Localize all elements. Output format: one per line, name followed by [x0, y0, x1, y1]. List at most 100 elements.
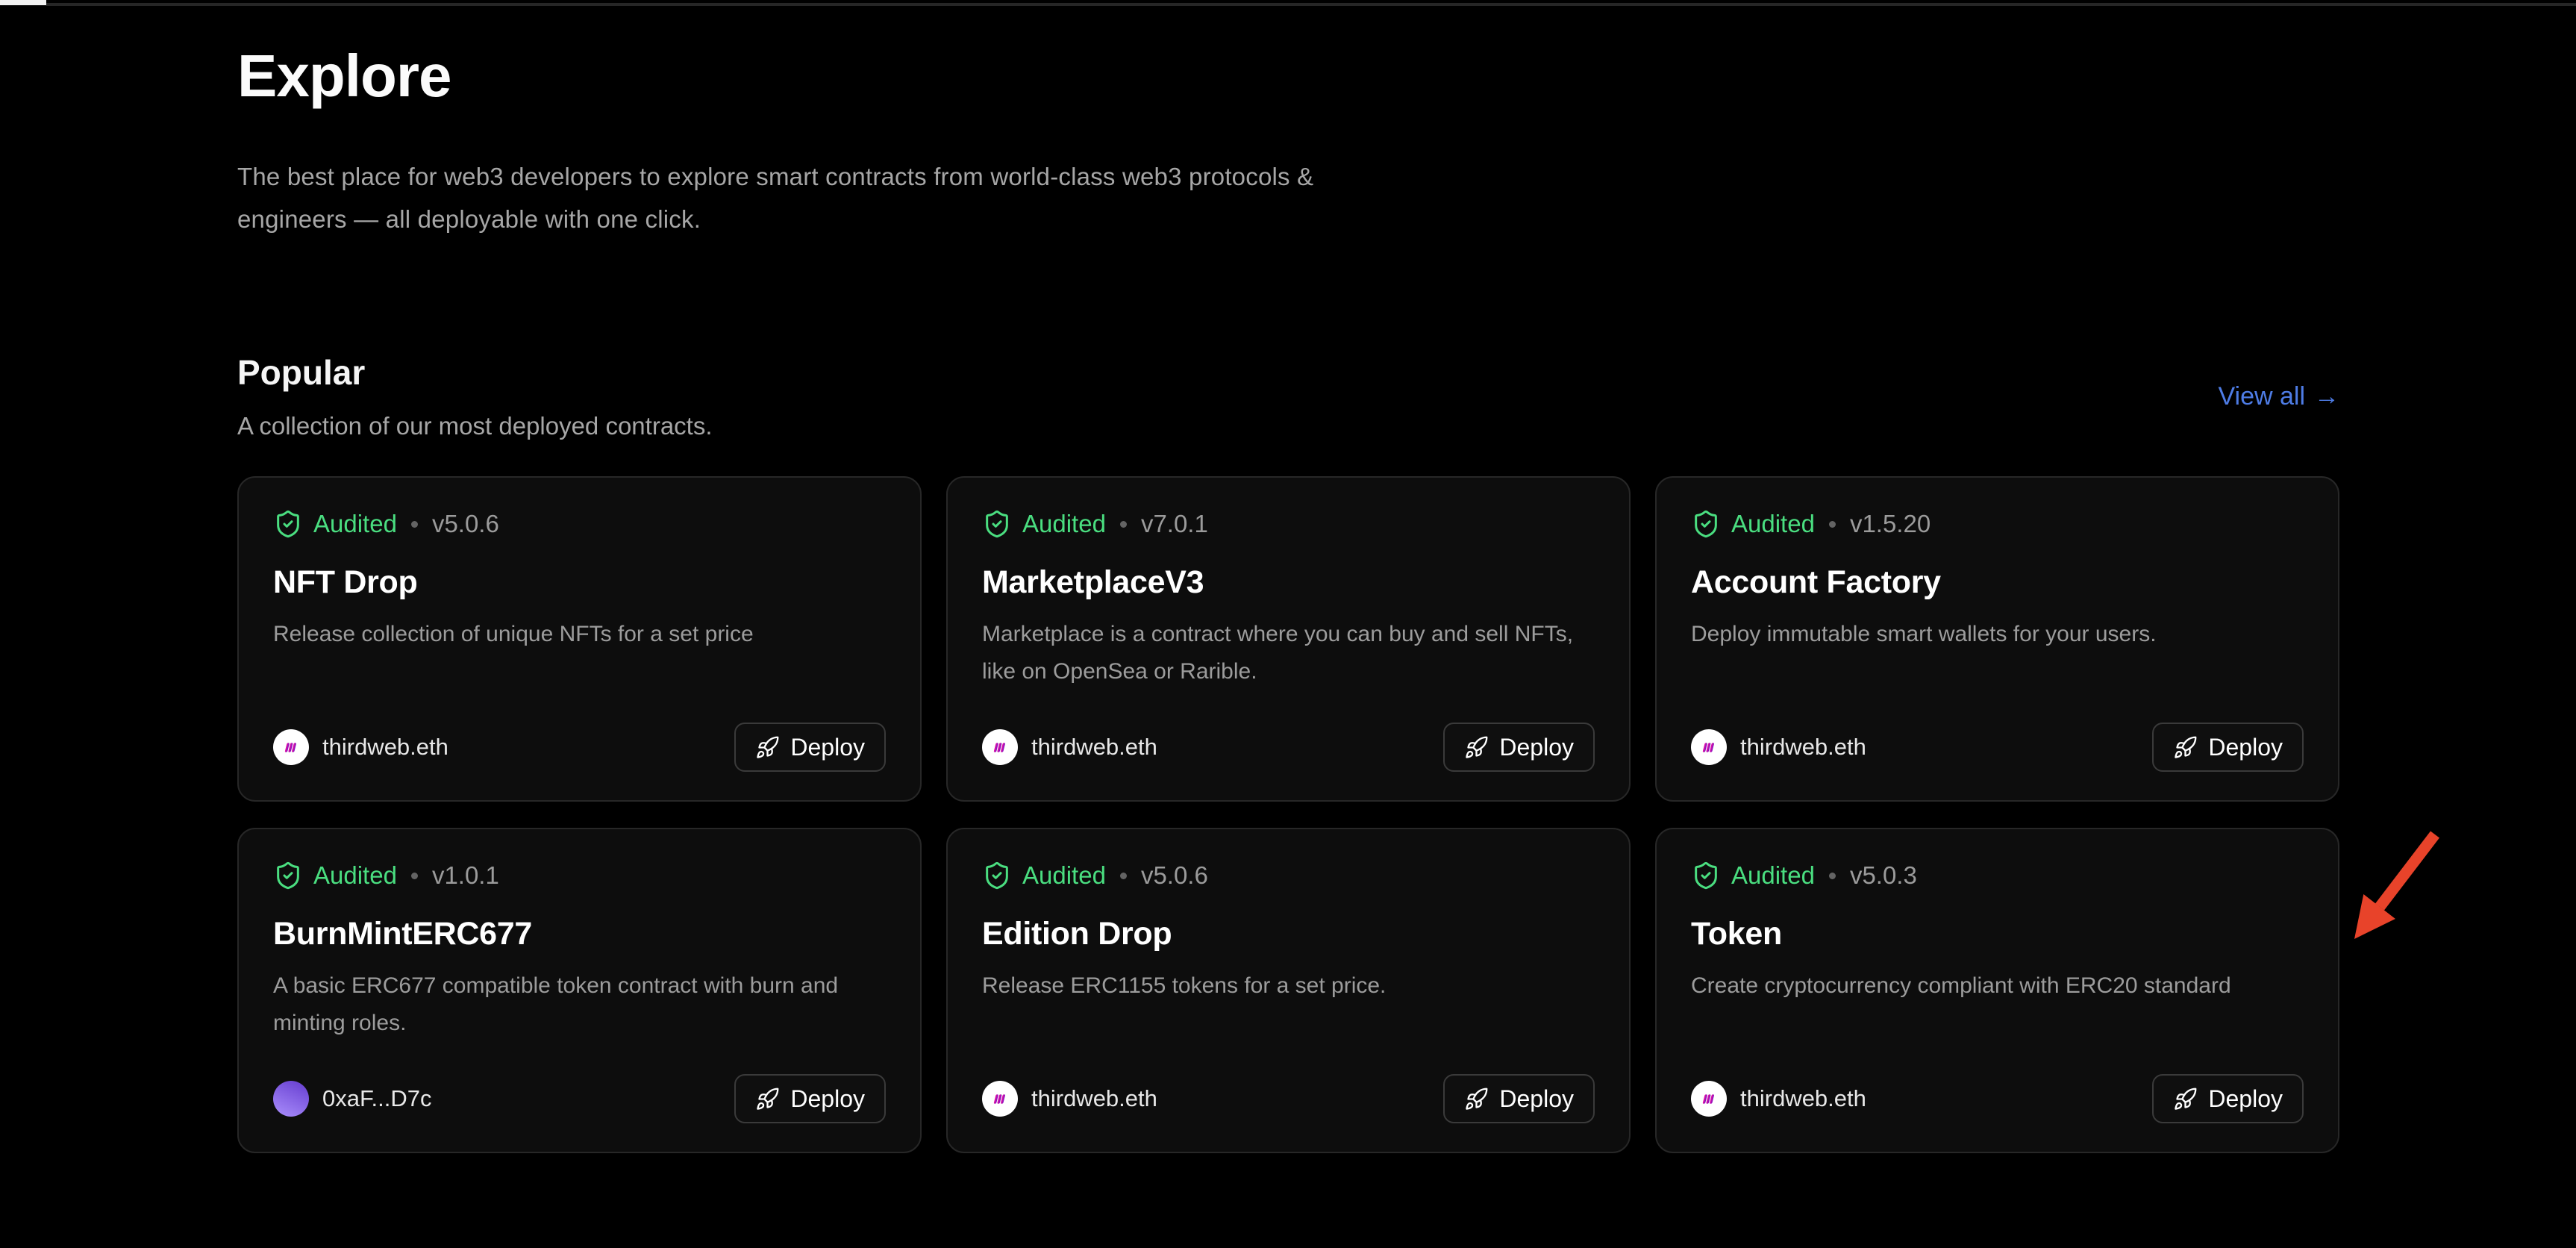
publisher-name: thirdweb.eth	[1740, 1085, 1866, 1112]
contract-description: A basic ERC677 compatible token contract…	[273, 967, 886, 1042]
publisher-avatar	[982, 1081, 1018, 1117]
publisher-avatar	[1691, 729, 1727, 765]
view-all-label: View all	[2218, 382, 2305, 411]
card-footer: 0xaF...D7c Deploy	[273, 1074, 886, 1123]
annotation-arrow	[2328, 817, 2455, 952]
contract-title[interactable]: MarketplaceV3	[982, 564, 1595, 601]
contract-title[interactable]: Account Factory	[1691, 564, 2304, 601]
dot-separator	[1120, 873, 1127, 879]
popular-section-header: Popular View all → A collection of our m…	[237, 352, 2339, 440]
card-footer: thirdweb.eth Deploy	[1691, 723, 2304, 772]
card-footer: thirdweb.eth Deploy	[273, 723, 886, 772]
contract-description: Release collection of unique NFTs for a …	[273, 616, 886, 653]
publisher-avatar	[1691, 1081, 1727, 1117]
version-label: v5.0.6	[1141, 861, 1208, 890]
deploy-button[interactable]: Deploy	[1443, 1074, 1595, 1123]
contract-title[interactable]: Edition Drop	[982, 916, 1595, 952]
right-arrow-icon: →	[2314, 382, 2339, 411]
deploy-button[interactable]: Deploy	[2152, 723, 2304, 772]
publisher-name: thirdweb.eth	[1740, 734, 1866, 761]
rocket-icon	[755, 735, 780, 760]
rocket-icon	[2173, 735, 2198, 760]
badge-row: Audited v5.0.6	[982, 861, 1595, 890]
thirdweb-logo-icon	[1699, 1090, 1719, 1108]
explore-page: Explore The best place for web3 develope…	[237, 0, 2339, 1153]
contract-card[interactable]: Audited v7.0.1 MarketplaceV3 Marketplace…	[946, 476, 1631, 802]
publisher[interactable]: thirdweb.eth	[982, 729, 1157, 765]
version-label: v5.0.6	[432, 510, 499, 538]
shield-check-icon	[982, 509, 1012, 539]
card-footer: thirdweb.eth Deploy	[982, 723, 1595, 772]
contract-title[interactable]: BurnMintERC677	[273, 916, 886, 952]
deploy-label: Deploy	[790, 1085, 865, 1113]
publisher-avatar	[273, 729, 309, 765]
dot-separator	[411, 521, 418, 528]
deploy-button[interactable]: Deploy	[1443, 723, 1595, 772]
contract-title[interactable]: Token	[1691, 916, 2304, 952]
dot-separator	[1120, 521, 1127, 528]
badge-row: Audited v5.0.3	[1691, 861, 2304, 890]
shield-check-icon	[982, 861, 1012, 890]
publisher-name: thirdweb.eth	[1031, 734, 1157, 761]
contract-description: Deploy immutable smart wallets for your …	[1691, 616, 2304, 653]
rocket-icon	[2173, 1087, 2198, 1111]
page-title: Explore	[237, 43, 2339, 109]
deploy-button[interactable]: Deploy	[2152, 1074, 2304, 1123]
publisher[interactable]: thirdweb.eth	[982, 1081, 1157, 1117]
contract-description: Marketplace is a contract where you can …	[982, 616, 1595, 690]
audited-badge: Audited	[313, 510, 397, 538]
deploy-label: Deploy	[790, 734, 865, 761]
publisher[interactable]: thirdweb.eth	[1691, 729, 1866, 765]
audited-badge: Audited	[1022, 861, 1106, 890]
version-label: v7.0.1	[1141, 510, 1208, 538]
shield-check-icon	[1691, 509, 1721, 539]
audited-badge: Audited	[313, 861, 397, 890]
contract-description: Release ERC1155 tokens for a set price.	[982, 967, 1595, 1005]
audited-badge: Audited	[1022, 510, 1106, 538]
rocket-icon	[755, 1087, 780, 1111]
publisher-name: thirdweb.eth	[1031, 1085, 1157, 1112]
publisher-name: 0xaF...D7c	[322, 1085, 431, 1112]
dot-separator	[1829, 521, 1836, 528]
publisher-avatar	[982, 729, 1018, 765]
thirdweb-logo-icon	[1699, 738, 1719, 757]
page-subtitle: The best place for web3 developers to ex…	[237, 155, 1372, 240]
deploy-button[interactable]: Deploy	[734, 1074, 886, 1123]
badge-row: Audited v7.0.1	[982, 509, 1595, 539]
contract-card[interactable]: Audited v5.0.3 Token Create cryptocurren…	[1655, 828, 2339, 1153]
dot-separator	[411, 873, 418, 879]
audited-badge: Audited	[1731, 510, 1815, 538]
contract-card[interactable]: Audited v5.0.6 NFT Drop Release collecti…	[237, 476, 922, 802]
shield-check-icon	[1691, 861, 1721, 890]
deploy-label: Deploy	[1499, 734, 1574, 761]
rocket-icon	[1464, 1087, 1489, 1111]
version-label: v1.5.20	[1850, 510, 1931, 538]
audited-badge: Audited	[1731, 861, 1815, 890]
popular-heading: Popular	[237, 352, 2339, 393]
contract-card[interactable]: Audited v1.5.20 Account Factory Deploy i…	[1655, 476, 2339, 802]
thirdweb-logo-icon	[990, 1090, 1010, 1108]
deploy-button[interactable]: Deploy	[734, 723, 886, 772]
publisher[interactable]: thirdweb.eth	[273, 729, 448, 765]
view-all-link[interactable]: View all →	[2218, 382, 2339, 411]
publisher-avatar	[273, 1081, 309, 1117]
card-footer: thirdweb.eth Deploy	[1691, 1074, 2304, 1123]
publisher-name: thirdweb.eth	[322, 734, 448, 761]
contract-card[interactable]: Audited v5.0.6 Edition Drop Release ERC1…	[946, 828, 1631, 1153]
contract-title[interactable]: NFT Drop	[273, 564, 886, 601]
contracts-grid: Audited v5.0.6 NFT Drop Release collecti…	[237, 476, 2339, 1153]
card-footer: thirdweb.eth Deploy	[982, 1074, 1595, 1123]
publisher[interactable]: 0xaF...D7c	[273, 1081, 431, 1117]
version-label: v5.0.3	[1850, 861, 1917, 890]
badge-row: Audited v5.0.6	[273, 509, 886, 539]
deploy-label: Deploy	[1499, 1085, 1574, 1113]
contract-card[interactable]: Audited v1.0.1 BurnMintERC677 A basic ER…	[237, 828, 922, 1153]
thirdweb-logo-icon	[990, 738, 1010, 757]
popular-subheading: A collection of our most deployed contra…	[237, 412, 2339, 440]
rocket-icon	[1464, 735, 1489, 760]
top-left-sliver	[0, 0, 46, 5]
shield-check-icon	[273, 861, 303, 890]
contract-description: Create cryptocurrency compliant with ERC…	[1691, 967, 2304, 1005]
thirdweb-logo-icon	[281, 738, 301, 757]
publisher[interactable]: thirdweb.eth	[1691, 1081, 1866, 1117]
